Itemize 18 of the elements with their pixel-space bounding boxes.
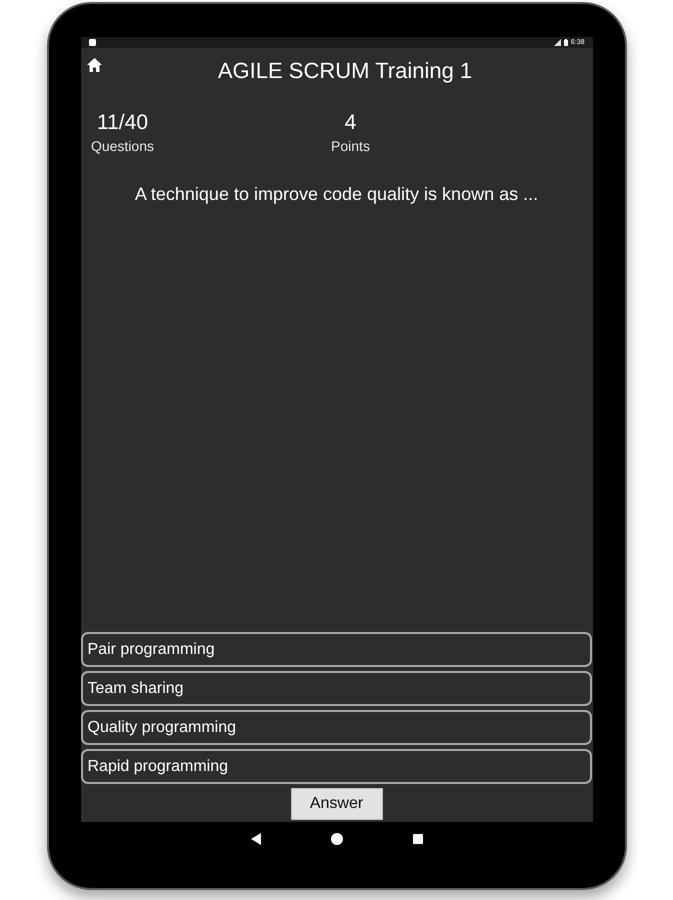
back-icon[interactable]: [250, 832, 260, 844]
answer-option[interactable]: Team sharing: [80, 671, 592, 706]
stat-value: 11/40: [97, 110, 148, 136]
stat-label: Questions: [90, 137, 154, 155]
battery-icon: [564, 39, 568, 46]
answer-option[interactable]: Rapid programming: [80, 749, 592, 784]
signal-icon: [554, 39, 561, 46]
notification-icon: [88, 39, 96, 46]
question-text: A technique to improve code quality is known as ...: [134, 183, 538, 206]
stat-value: 4: [344, 110, 356, 136]
home-circle-icon[interactable]: [330, 832, 342, 844]
recents-icon[interactable]: [412, 834, 422, 844]
stat-label: Points: [331, 137, 370, 155]
answer-option[interactable]: Quality programming: [80, 710, 592, 745]
answer-button[interactable]: Answer: [290, 788, 382, 820]
home-icon[interactable]: [86, 58, 102, 72]
answer-option[interactable]: Pair programming: [80, 632, 592, 667]
screen-title: AGILE SCRUM Training 1: [218, 57, 472, 85]
